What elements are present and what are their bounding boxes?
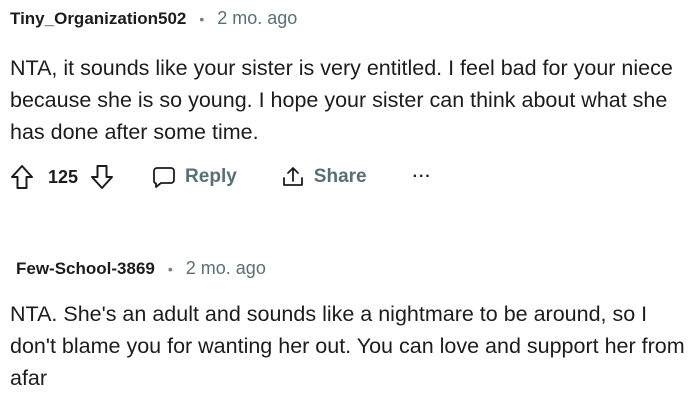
- more-options-button[interactable]: ···: [413, 168, 432, 186]
- share-icon: [281, 165, 305, 189]
- comment-meta: Tiny_Organization502 • 2 mo. ago: [10, 8, 297, 29]
- comment-author[interactable]: Tiny_Organization502: [10, 9, 186, 29]
- reply-label: Reply: [185, 166, 237, 187]
- comment-timestamp[interactable]: 2 mo. ago: [217, 8, 297, 29]
- meta-separator: •: [167, 260, 173, 277]
- vote-controls: 125: [10, 164, 114, 190]
- meta-separator: •: [199, 10, 205, 27]
- share-button[interactable]: Share: [281, 165, 367, 189]
- comment-meta: Few-School-3869 • 2 mo. ago: [16, 258, 266, 279]
- vote-score: 125: [48, 166, 79, 187]
- downvote-icon[interactable]: [90, 164, 114, 190]
- share-label: Share: [313, 166, 367, 187]
- comment-body: NTA. She's an adult and sounds like a ni…: [10, 302, 685, 390]
- comment-author[interactable]: Few-School-3869: [16, 259, 155, 279]
- reply-button[interactable]: Reply: [152, 165, 237, 189]
- reply-icon: [152, 165, 176, 189]
- more-icon: ···: [412, 168, 432, 185]
- comment-actions: 125 Reply Share ···: [10, 160, 432, 194]
- comment-body: NTA, it sounds like your sister is very …: [10, 56, 673, 144]
- comment-timestamp[interactable]: 2 mo. ago: [186, 258, 266, 279]
- upvote-icon[interactable]: [10, 164, 34, 190]
